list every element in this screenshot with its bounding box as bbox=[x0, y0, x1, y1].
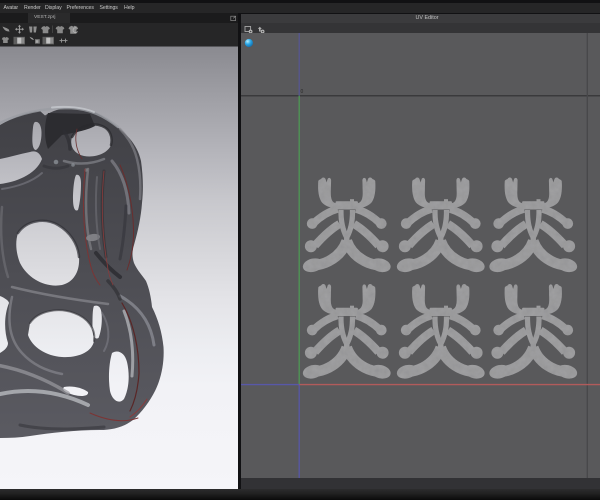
svg-text:0: 0 bbox=[301, 89, 304, 95]
